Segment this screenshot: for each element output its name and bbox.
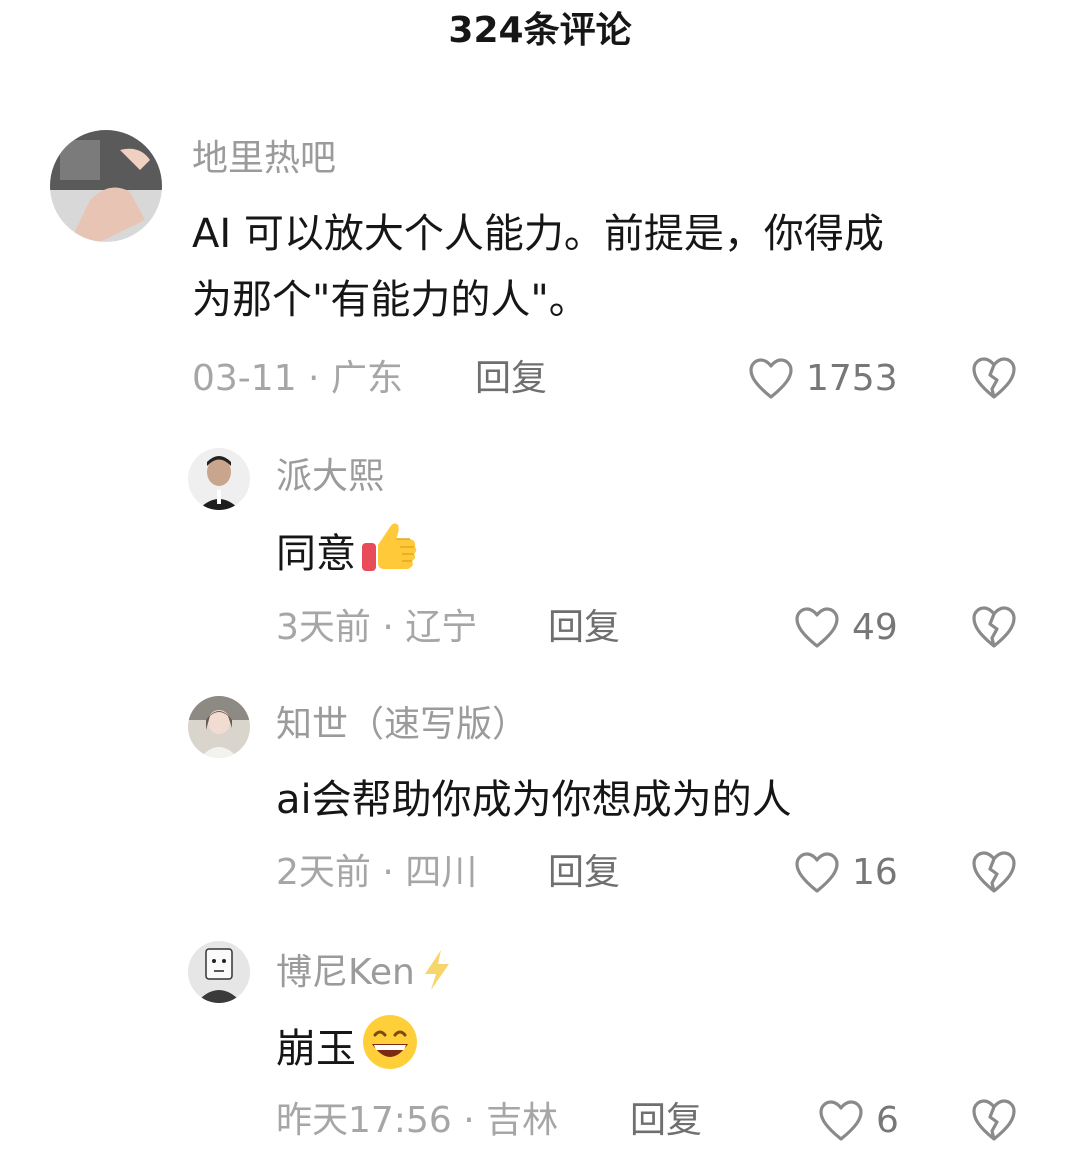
heart-icon xyxy=(749,358,793,399)
reply-button[interactable]: 回复 xyxy=(548,606,620,650)
like-button[interactable]: 1753 xyxy=(748,354,898,404)
reply-button[interactable]: 回复 xyxy=(548,851,620,895)
like-button[interactable]: 49 xyxy=(794,603,898,653)
comment-text: ai会帮助你成为你想成为的人 xyxy=(276,777,792,823)
broken-heart-icon[interactable] xyxy=(970,604,1018,650)
like-count: 6 xyxy=(876,1100,899,1141)
comment-meta: 2天前 · 四川 xyxy=(276,852,478,893)
like-count: 1753 xyxy=(806,358,898,399)
avatar[interactable] xyxy=(50,130,162,242)
heart-icon xyxy=(795,607,839,648)
like-button[interactable]: 16 xyxy=(794,848,898,898)
broken-heart-icon[interactable] xyxy=(970,1097,1018,1143)
comment-meta: 03-11 · 广东 xyxy=(192,358,403,399)
thumbs-up-emoji xyxy=(362,523,417,571)
comment-username[interactable]: 派大熙 xyxy=(276,455,384,499)
like-button[interactable]: 6 xyxy=(818,1096,899,1146)
avatar[interactable] xyxy=(188,696,250,758)
avatar[interactable] xyxy=(188,941,250,1003)
comments-count-title: 324条评论 xyxy=(448,10,632,51)
comment-username[interactable]: 知世（速写版） xyxy=(276,703,528,747)
broken-heart-icon[interactable] xyxy=(970,355,1018,401)
lightning-icon xyxy=(424,950,449,990)
broken-heart-icon[interactable] xyxy=(970,849,1018,895)
reply-button[interactable]: 回复 xyxy=(475,357,547,401)
like-count: 16 xyxy=(852,852,898,893)
heart-icon xyxy=(819,1100,863,1141)
comment-text: AI 可以放大个人能力。前提是，你得成 为那个"有能力的人"。 xyxy=(192,211,884,323)
comment-text: 崩玉 xyxy=(276,1012,420,1082)
comment-username[interactable]: 地里热吧 xyxy=(192,137,336,181)
reply-button[interactable]: 回复 xyxy=(630,1099,702,1143)
grinning-face-emoji xyxy=(363,1015,417,1069)
avatar[interactable] xyxy=(188,448,250,510)
like-count: 49 xyxy=(852,607,898,648)
comment-meta: 3天前 · 辽宁 xyxy=(276,607,478,648)
comment-text: 同意 xyxy=(276,517,420,587)
heart-icon xyxy=(795,852,839,893)
comment-username[interactable]: 博尼Ken xyxy=(276,948,455,995)
comment-meta: 昨天17:56 · 吉林 xyxy=(276,1100,559,1141)
